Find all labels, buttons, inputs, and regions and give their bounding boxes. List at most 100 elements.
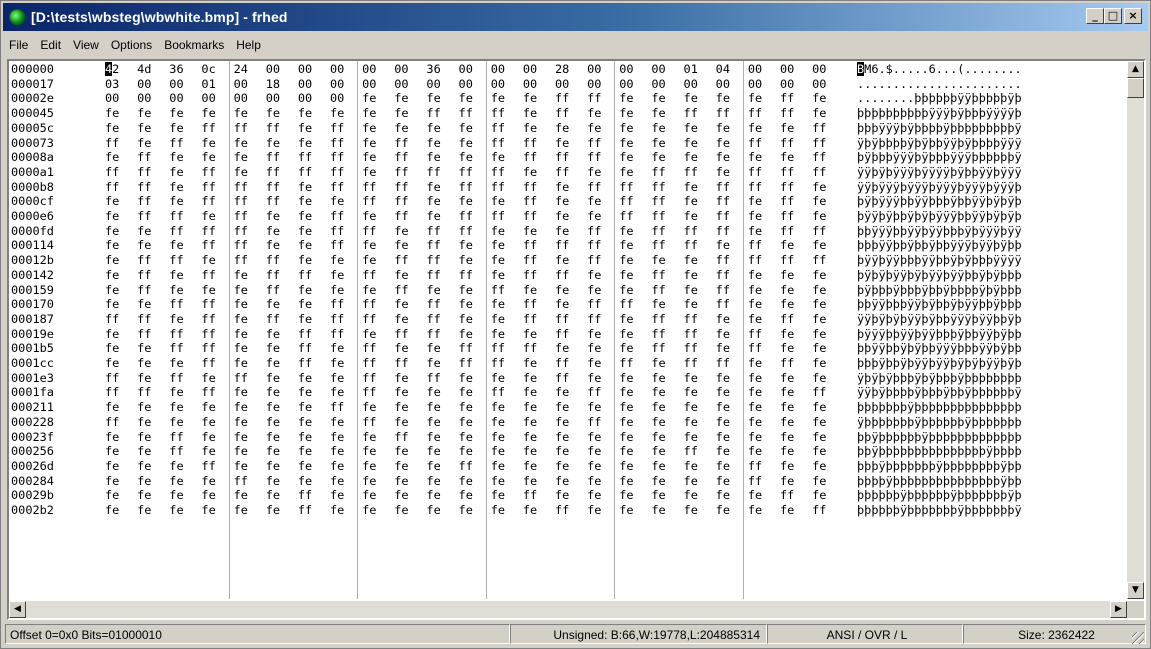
hex-byte[interactable]: 03 (105, 77, 137, 92)
hex-byte[interactable]: ff (491, 385, 523, 400)
hex-byte[interactable]: fe (523, 415, 555, 430)
hex-byte[interactable]: fe (587, 371, 619, 386)
hex-byte[interactable]: ff (491, 136, 523, 151)
resize-grip[interactable] (1132, 632, 1144, 644)
hex-byte[interactable]: ff (234, 180, 266, 195)
hex-byte[interactable]: fe (459, 150, 491, 165)
hex-byte[interactable]: fe (555, 297, 587, 312)
hex-byte[interactable]: fe (812, 91, 844, 106)
hex-byte[interactable]: fe (201, 474, 233, 489)
hex-byte[interactable]: fe (651, 356, 683, 371)
hex-byte[interactable]: ff (201, 459, 233, 474)
hex-byte[interactable]: ff (201, 268, 233, 283)
hex-byte[interactable]: fe (523, 503, 555, 518)
row-ascii[interactable]: þÿÿþÿþþÿþÿþÿÿÿþþÿÿþÿþÿþ (857, 209, 1127, 224)
hex-byte[interactable]: fe (812, 341, 844, 356)
hex-byte[interactable]: ff (459, 356, 491, 371)
hex-byte[interactable]: fe (555, 341, 587, 356)
hex-byte[interactable]: ff (298, 150, 330, 165)
hex-byte[interactable]: fe (523, 283, 555, 298)
hex-byte[interactable]: fe (780, 503, 812, 518)
hex-byte[interactable]: fe (298, 238, 330, 253)
hex-byte[interactable]: fe (812, 327, 844, 342)
hex-byte[interactable]: fe (459, 238, 491, 253)
hex-byte[interactable]: ff (266, 312, 298, 327)
row-bytes[interactable]: ff ff fe ff fe ff ff ff fe ff ff ff ff fe ff fe fe ff ff fe… (105, 165, 845, 180)
hex-byte[interactable]: 00 (394, 62, 426, 77)
hex-byte[interactable]: ff (684, 444, 716, 459)
hex-byte[interactable]: fe (426, 385, 458, 400)
hex-byte[interactable]: fe (684, 474, 716, 489)
hex-byte[interactable]: fe (298, 312, 330, 327)
hex-byte[interactable]: fe (105, 327, 137, 342)
menu-file[interactable]: File (3, 35, 34, 55)
hex-byte[interactable]: ff (362, 194, 394, 209)
hex-byte[interactable]: fe (169, 121, 201, 136)
hex-byte[interactable]: ff (330, 224, 362, 239)
menu-view[interactable]: View (67, 35, 105, 55)
hex-byte[interactable]: ff (362, 356, 394, 371)
hex-byte[interactable]: ff (780, 165, 812, 180)
hex-byte[interactable]: fe (201, 283, 233, 298)
hex-byte[interactable]: fe (137, 356, 169, 371)
hex-byte[interactable]: fe (684, 297, 716, 312)
hex-byte[interactable]: ff (555, 91, 587, 106)
hex-byte[interactable]: fe (362, 253, 394, 268)
hex-byte[interactable]: 00 (651, 77, 683, 92)
hex-byte[interactable]: fe (298, 224, 330, 239)
hex-byte[interactable]: fe (394, 371, 426, 386)
hex-byte[interactable]: fe (266, 415, 298, 430)
row-bytes[interactable]: fe fe ff ff fe fe ff fe ff fe fe ff ff ff fe fe fe ff ff fe… (105, 341, 845, 356)
hex-byte[interactable]: ff (523, 238, 555, 253)
hex-byte[interactable]: ff (266, 180, 298, 195)
vertical-scroll-thumb[interactable] (1127, 78, 1144, 98)
hex-byte[interactable]: fe (330, 371, 362, 386)
menu-help[interactable]: Help (230, 35, 267, 55)
hex-byte[interactable]: fe (137, 415, 169, 430)
hex-byte[interactable]: fe (780, 444, 812, 459)
hex-byte[interactable]: fe (651, 430, 683, 445)
hex-byte[interactable]: ff (298, 327, 330, 342)
hex-byte[interactable]: fe (812, 356, 844, 371)
hex-byte[interactable]: fe (619, 341, 651, 356)
hex-byte[interactable]: fe (619, 459, 651, 474)
row-bytes[interactable]: ff fe fe fe fe fe fe fe ff fe fe fe fe fe fe ff fe fe fe fe… (105, 415, 845, 430)
hex-byte[interactable]: fe (523, 91, 555, 106)
hex-byte[interactable]: fe (459, 253, 491, 268)
hex-byte[interactable]: fe (812, 400, 844, 415)
hex-byte[interactable]: fe (426, 209, 458, 224)
hex-byte[interactable]: ff (459, 224, 491, 239)
hex-byte[interactable]: ff (169, 209, 201, 224)
hex-byte[interactable]: fe (459, 474, 491, 489)
hex-byte[interactable]: fe (619, 106, 651, 121)
hex-byte[interactable]: fe (812, 283, 844, 298)
hex-byte[interactable]: fe (234, 297, 266, 312)
hex-byte[interactable]: ff (169, 430, 201, 445)
hex-byte[interactable]: ff (491, 356, 523, 371)
hex-byte[interactable]: fe (491, 327, 523, 342)
hex-byte[interactable]: 01 (684, 62, 716, 77)
hex-byte[interactable]: 00 (523, 62, 555, 77)
hex-byte[interactable]: fe (266, 238, 298, 253)
hex-byte[interactable]: ff (201, 194, 233, 209)
hex-byte[interactable]: fe (651, 121, 683, 136)
hex-byte[interactable]: ff (748, 474, 780, 489)
hex-byte[interactable]: fe (716, 488, 748, 503)
hex-byte[interactable]: fe (491, 444, 523, 459)
hex-byte[interactable]: fe (459, 283, 491, 298)
hex-byte[interactable]: ff (426, 238, 458, 253)
hex-byte[interactable]: ff (716, 297, 748, 312)
hex-byte[interactable]: fe (298, 209, 330, 224)
hex-byte[interactable]: ff (587, 297, 619, 312)
hex-byte[interactable]: fe (716, 474, 748, 489)
hex-byte[interactable]: 0c (201, 62, 233, 77)
hex-byte[interactable]: ff (266, 121, 298, 136)
hex-byte[interactable]: fe (619, 268, 651, 283)
hex-byte[interactable]: ff (201, 312, 233, 327)
hex-byte[interactable]: ff (298, 165, 330, 180)
hex-byte[interactable]: fe (780, 459, 812, 474)
hex-byte[interactable]: ff (426, 106, 458, 121)
row-ascii[interactable]: þÿþþþÿÿÿþÿþþþÿÿÿþþþþþþÿ (857, 150, 1127, 165)
hex-byte[interactable]: fe (105, 488, 137, 503)
hex-byte[interactable]: fe (298, 121, 330, 136)
